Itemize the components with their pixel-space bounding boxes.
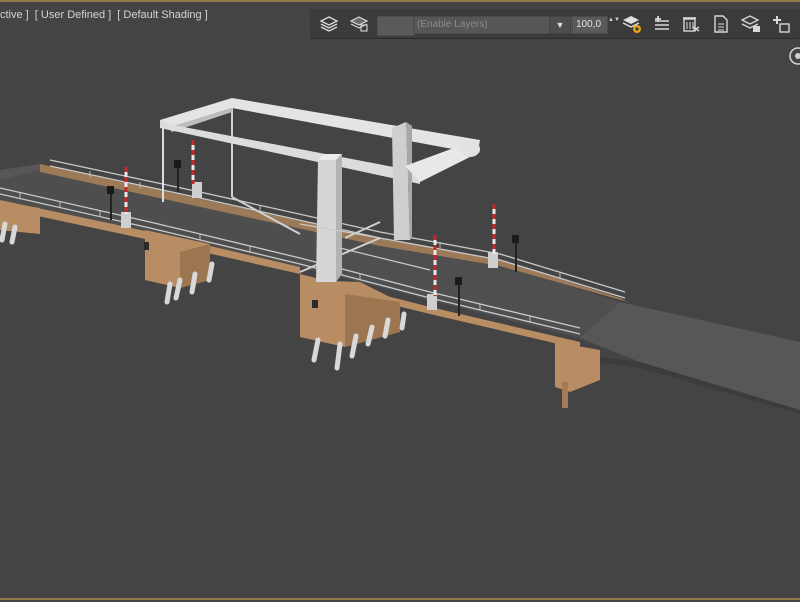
right-abutment: [555, 342, 600, 392]
layer-selection-icon[interactable]: [740, 13, 762, 35]
opacity-spinner-arrows[interactable]: ▲▼: [608, 16, 620, 34]
layers-alt-icon[interactable]: [348, 13, 370, 35]
layers-stack-icon[interactable]: [318, 13, 340, 35]
layer-color-swatch[interactable]: [377, 16, 415, 36]
viewcube-icon[interactable]: [786, 46, 800, 66]
delete-layer-icon[interactable]: [680, 13, 702, 35]
right-approach-road: [580, 302, 800, 410]
viewport[interactable]: ctive ] [ User Defined ] [ Default Shadi…: [0, 0, 800, 600]
add-to-layer-icon[interactable]: [770, 13, 792, 35]
layer-settings-icon[interactable]: [622, 13, 644, 35]
layer-toolbar: (Enable Layers) ▼ 100,0 ▲▼: [310, 9, 800, 39]
drawbridge-scene: [0, 98, 800, 414]
opacity-spinner[interactable]: 100,0: [572, 16, 608, 34]
layer-document-icon[interactable]: [710, 13, 732, 35]
front-pylon: [316, 160, 336, 282]
layer-dropdown-arrow[interactable]: ▼: [549, 16, 571, 34]
add-layer-icon[interactable]: [650, 13, 672, 35]
right-abutment-post: [562, 382, 568, 408]
